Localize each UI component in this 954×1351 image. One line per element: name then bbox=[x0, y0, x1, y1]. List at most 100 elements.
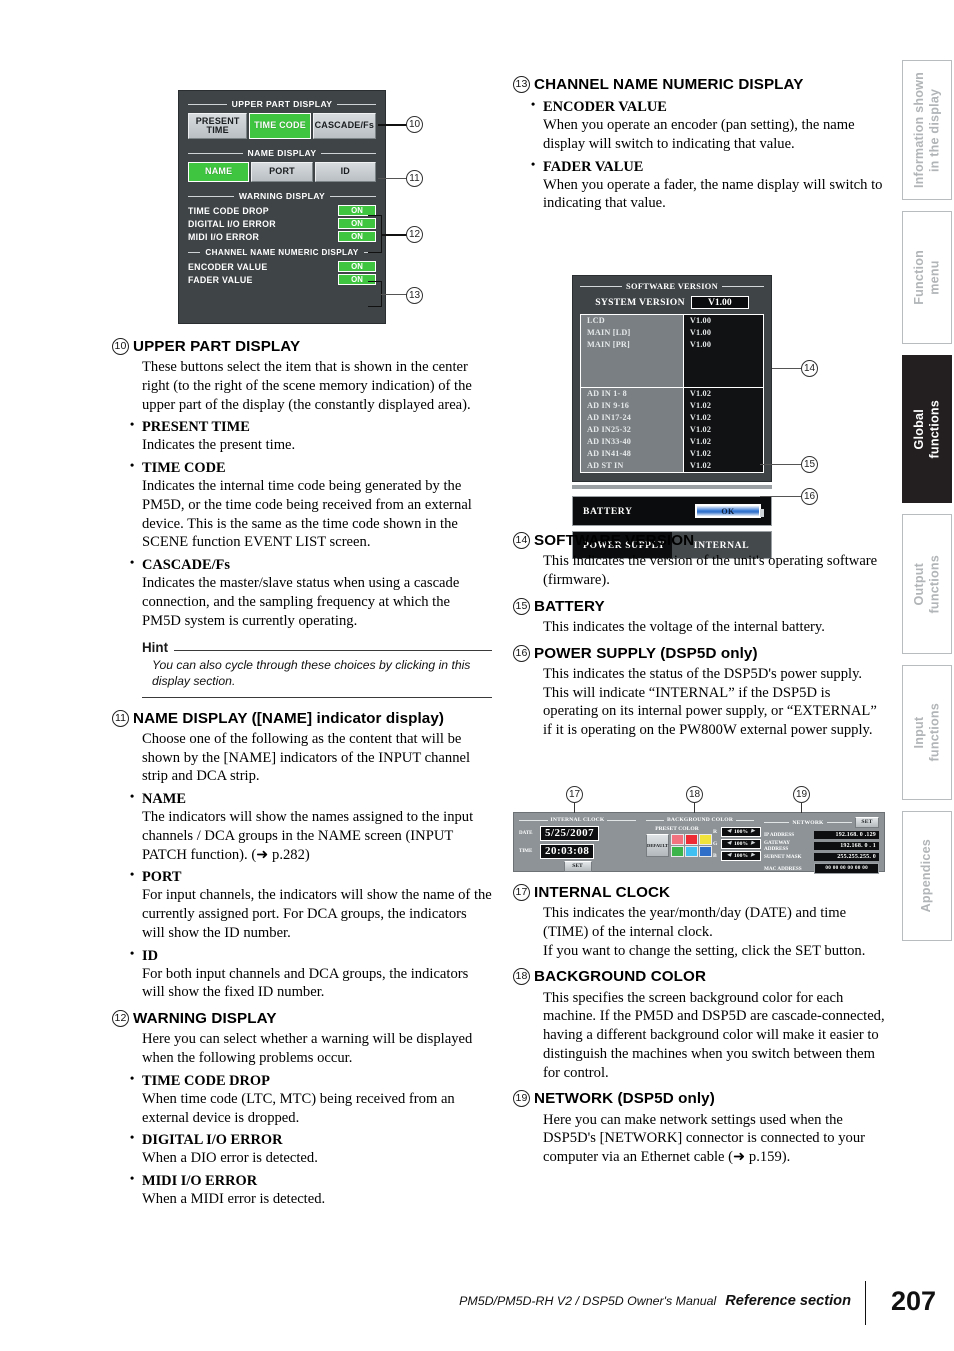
section-number: 14 bbox=[513, 532, 530, 549]
rgb-controls: R ◀ 100% ▶ G ◀ 100% ▶ B ◀ 100% ▶ bbox=[713, 824, 761, 863]
bullet-body: For both input channels and DCA groups, … bbox=[142, 965, 469, 1001]
version-value: V1.02 bbox=[689, 413, 712, 422]
section-tab-rail: Information shown in the display Function… bbox=[902, 60, 954, 952]
section-number: 16 bbox=[513, 644, 530, 662]
section-body: This specifies the screen background col… bbox=[543, 989, 885, 1081]
button-name[interactable]: NAME bbox=[188, 162, 250, 182]
button-present-time[interactable]: PRESENT TIME bbox=[188, 113, 248, 139]
button-port[interactable]: PORT bbox=[251, 162, 313, 182]
network-set-button[interactable]: SET bbox=[855, 817, 879, 828]
panel-gap bbox=[572, 485, 772, 489]
group-title-name-display: NAME DISPLAY bbox=[188, 148, 377, 158]
color-swatch-1[interactable] bbox=[671, 834, 685, 845]
decrement-arrow-icon[interactable]: ◀ bbox=[727, 852, 731, 860]
preset-color-row: DEFAULT bbox=[646, 834, 713, 857]
group-title-label: SOFTWARE VERSION bbox=[626, 282, 718, 291]
decrement-arrow-icon[interactable]: ◀ bbox=[727, 840, 731, 848]
gateway-address-value[interactable]: 192.168. 0 . 1 bbox=[814, 842, 879, 850]
warning-row-digital-io-error: DIGITAL I/O ERROR ON bbox=[188, 218, 376, 229]
network-row-ip: IP ADDRESS 192.168. 0 .129 bbox=[764, 831, 879, 839]
callout-marker-14: 14 bbox=[801, 360, 818, 377]
version-value: V1.02 bbox=[689, 401, 712, 410]
bullet-midi-io-error: MIDI I/O ERROR When a MIDI error is dete… bbox=[130, 1171, 492, 1209]
callout-leader-12 bbox=[381, 234, 407, 236]
color-swatch-5[interactable] bbox=[685, 846, 699, 857]
group-title-label: INTERNAL CLOCK bbox=[550, 817, 605, 823]
version-name: AD IN 1- 8 bbox=[587, 389, 627, 398]
color-swatch-4[interactable] bbox=[671, 846, 685, 857]
bullet-body: When a MIDI error is detected. bbox=[142, 1191, 326, 1208]
clock-set-button[interactable]: SET bbox=[563, 861, 592, 872]
increment-arrow-icon[interactable]: ▶ bbox=[751, 828, 755, 836]
section-heading: 12 WARNING DISPLAY bbox=[112, 1010, 492, 1028]
section-heading-text: INTERNAL CLOCK bbox=[534, 884, 671, 901]
rgb-value-g: 100% bbox=[734, 841, 748, 847]
rgb-label-g: G bbox=[713, 841, 718, 847]
bullet-body: Indicates the internal time code being g… bbox=[142, 478, 472, 551]
toggle-encoder-value[interactable]: ON bbox=[338, 261, 376, 272]
ip-address-label: IP ADDRESS bbox=[764, 832, 795, 838]
color-swatch-2[interactable] bbox=[685, 834, 699, 845]
section-upper-part-display: 10 UPPER PART DISPLAY These buttons selec… bbox=[112, 338, 492, 698]
sidebar-tab-appendices[interactable]: Appendices bbox=[902, 811, 952, 941]
numeric-row-encoder-value: ENCODER VALUE ON bbox=[188, 261, 376, 272]
callout-marker-13: 13 bbox=[406, 287, 423, 304]
button-time-code[interactable]: TIME CODE bbox=[249, 113, 311, 139]
rgb-field-g[interactable]: ◀ 100% ▶ bbox=[721, 839, 761, 849]
increment-arrow-icon[interactable]: ▶ bbox=[751, 852, 755, 860]
bullet-heading: PORT bbox=[130, 867, 492, 886]
sidebar-tab-function-menu[interactable]: Function menu bbox=[902, 211, 952, 344]
callout-leader-13 bbox=[381, 294, 407, 295]
mac-address-value: 00 00 00 00 00 00 bbox=[814, 863, 879, 874]
group-title-label: CHANNEL NAME NUMERIC DISPLAY bbox=[205, 248, 359, 257]
section-body: This indicates the version of the unit's… bbox=[543, 553, 878, 588]
tab-label-line1: Information shown bbox=[911, 71, 926, 189]
section-heading-text: WARNING DISPLAY bbox=[133, 1010, 277, 1028]
callout-marker-12: 12 bbox=[406, 226, 423, 243]
section-heading-text: BACKGROUND COLOR bbox=[534, 968, 707, 986]
section-network: 19 NETWORK (DSP5D only) Here you can make… bbox=[513, 1090, 885, 1166]
hint-title-row: Hint bbox=[142, 640, 492, 655]
callout-bracket-12 bbox=[368, 215, 382, 253]
group-title-label: NETWORK bbox=[792, 819, 824, 826]
callout-leader-19 bbox=[801, 803, 802, 813]
rule-right bbox=[721, 286, 764, 287]
rgb-label-r: R bbox=[713, 829, 718, 835]
bullet-heading: FADER VALUE bbox=[531, 157, 885, 176]
rgb-field-r[interactable]: ◀ 100% ▶ bbox=[721, 827, 761, 837]
sidebar-tab-global-functions[interactable]: Global functions bbox=[902, 355, 952, 503]
mac-address-label: MAC ADDRESS bbox=[764, 865, 802, 872]
numeric-label: FADER VALUE bbox=[188, 274, 253, 285]
bullet-body: The indicators will show the names assig… bbox=[142, 809, 474, 863]
default-color-button[interactable]: DEFAULT bbox=[646, 834, 670, 857]
gateway-address-label: GATEWAY ADDRESS bbox=[764, 840, 790, 852]
tab-label: Global functions bbox=[912, 394, 943, 464]
button-id[interactable]: ID bbox=[314, 162, 376, 182]
subnet-mask-value[interactable]: 255.255.255. 0 bbox=[814, 853, 879, 861]
version-table-group-a: LCD MAIN [LD] MAIN [PR] V1.00 V1.00 V1.0… bbox=[581, 315, 763, 387]
color-swatch-3[interactable] bbox=[699, 834, 713, 845]
bullet-encoder-value: ENCODER VALUE When you operate an encode… bbox=[531, 97, 885, 154]
ip-address-value[interactable]: 192.168. 0 .129 bbox=[814, 831, 879, 839]
name-display-button-row: NAME PORT ID bbox=[188, 162, 376, 182]
sidebar-tab-output-functions[interactable]: Output functions bbox=[902, 514, 952, 654]
rgb-field-b[interactable]: ◀ 100% ▶ bbox=[721, 851, 761, 861]
rule-left bbox=[188, 152, 243, 154]
section-name-display: 11 NAME DISPLAY ([NAME] indicator display… bbox=[112, 709, 492, 1002]
system-version-value: V1.00 bbox=[690, 296, 749, 309]
tab-label-line1: Global bbox=[911, 408, 926, 450]
left-text-column: 10 UPPER PART DISPLAY These buttons selec… bbox=[112, 338, 492, 1217]
sidebar-tab-information-shown-in-the-display[interactable]: Information shown in the display bbox=[902, 60, 952, 200]
bullet-fader-value: FADER VALUE When you operate a fader, th… bbox=[531, 157, 885, 214]
group-title-network: NETWORK SET bbox=[764, 817, 879, 828]
bullet-time-code-drop: TIME CODE DROP When time code (LTC, MTC)… bbox=[130, 1071, 492, 1128]
sidebar-tab-input-functions[interactable]: Input functions bbox=[902, 665, 952, 800]
date-value[interactable]: 5/25/2007 bbox=[540, 826, 600, 841]
section-heading-text: POWER SUPPLY (DSP5D only) bbox=[534, 644, 758, 662]
button-cascade-fs[interactable]: CASCADE/Fs bbox=[312, 113, 376, 139]
version-value: V1.02 bbox=[689, 389, 712, 398]
increment-arrow-icon[interactable]: ▶ bbox=[751, 840, 755, 848]
decrement-arrow-icon[interactable]: ◀ bbox=[727, 828, 731, 836]
time-value[interactable]: 20:03:08 bbox=[540, 844, 595, 859]
color-swatch-6[interactable] bbox=[699, 846, 713, 857]
